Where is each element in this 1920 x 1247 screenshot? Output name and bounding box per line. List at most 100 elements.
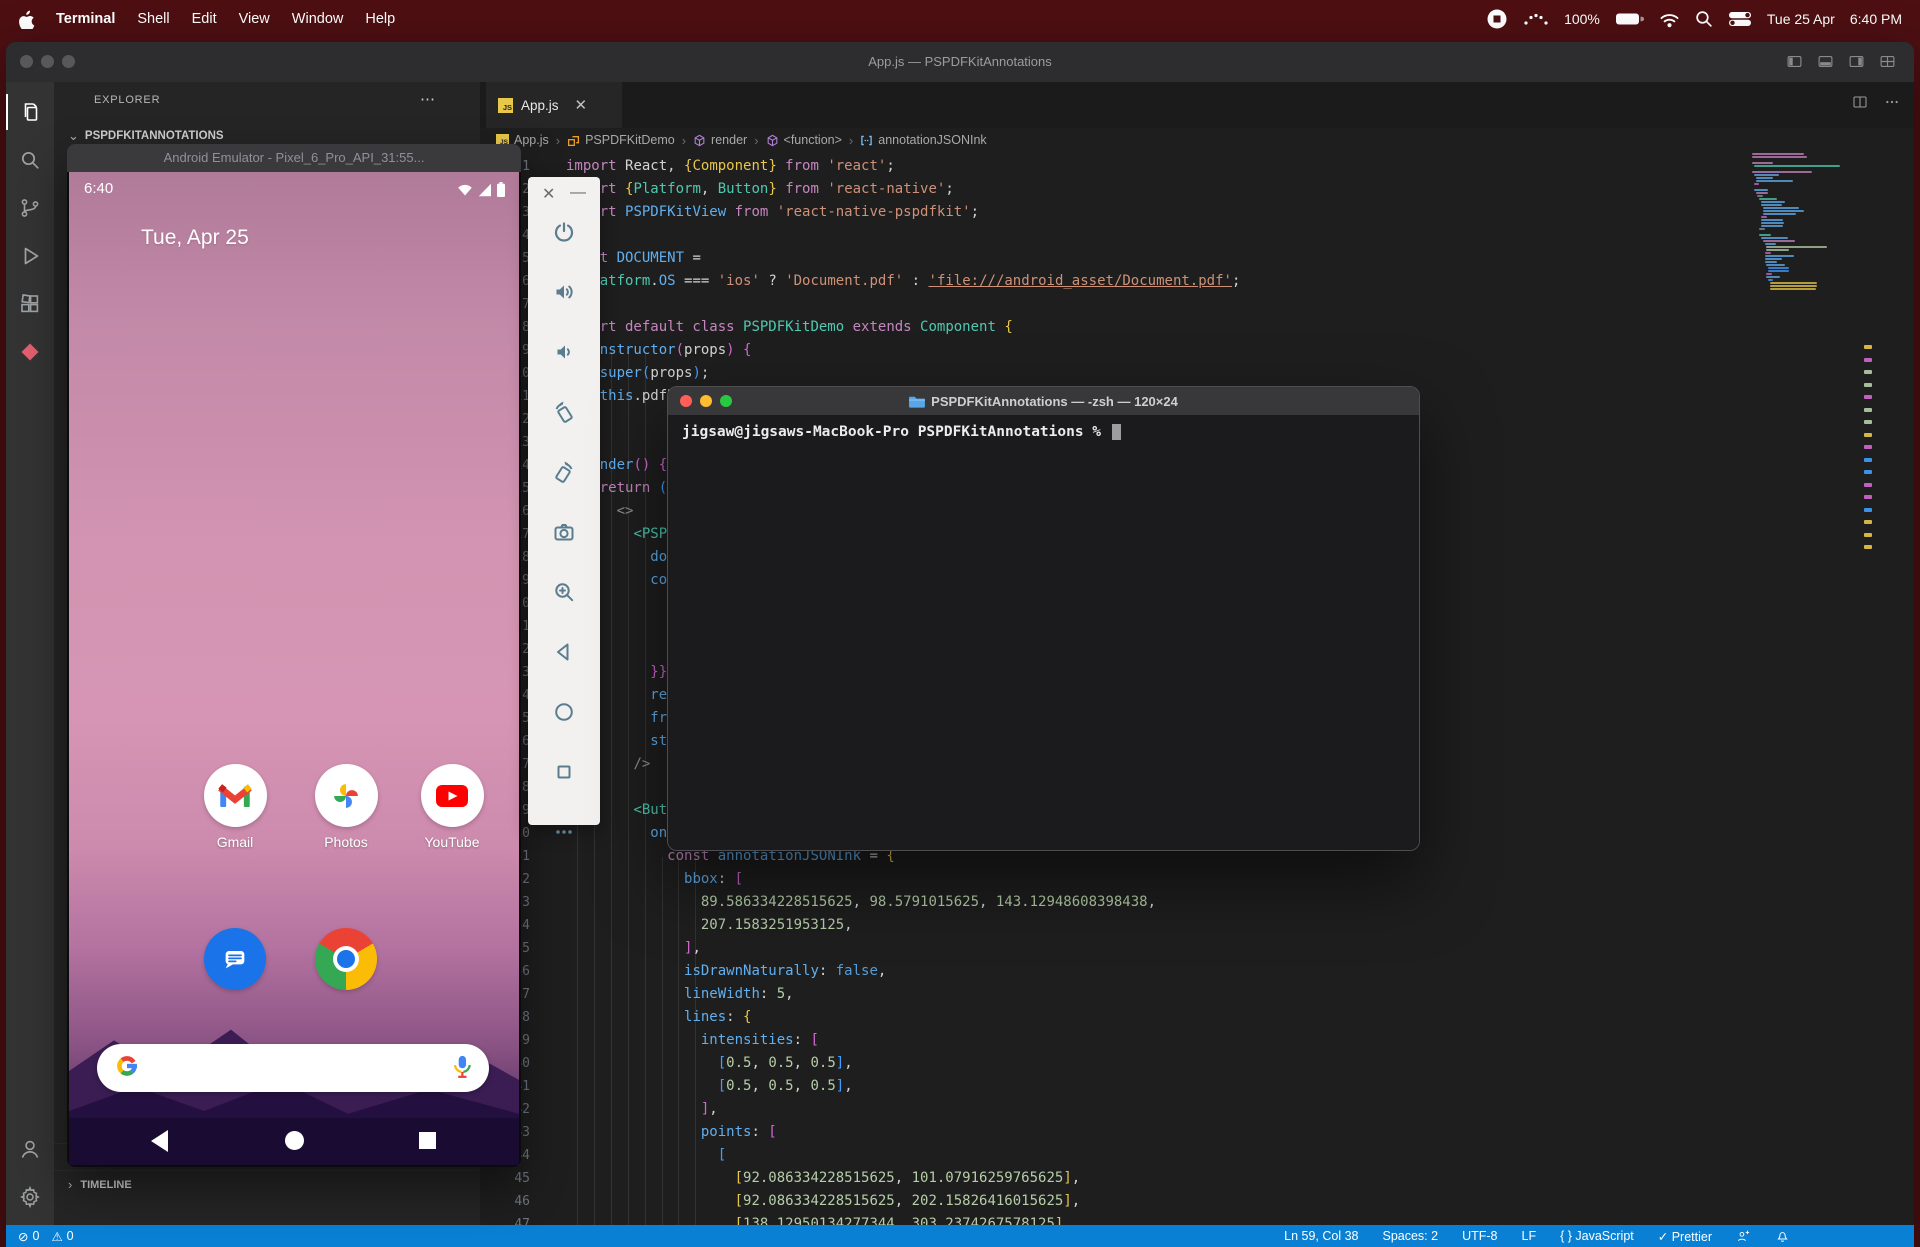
dock-icon-chrome[interactable] — [315, 928, 377, 990]
statusbar-item[interactable]: Ln 59, Col 38 — [1284, 1229, 1358, 1243]
emulator-titlebar[interactable]: Android Emulator - Pixel_6_Pro_API_31:55… — [67, 144, 521, 172]
status-dots-icon[interactable] — [1523, 10, 1549, 28]
terminal-body[interactable]: jigsaw@jigsaws-MacBook-Pro PSPDFKitAnnot… — [668, 415, 1419, 850]
line-number: 46 — [486, 1190, 530, 1213]
tab-appjs[interactable]: JS App.js ✕ — [486, 82, 622, 128]
emulator-zoom-button[interactable] — [552, 580, 576, 609]
menubar-time[interactable]: 6:40 PM — [1850, 11, 1902, 27]
breadcrumb-item[interactable]: render — [693, 133, 747, 147]
emulator-toolbar-minimize-icon[interactable]: — — [570, 184, 586, 204]
menubar-date[interactable]: Tue 25 Apr — [1767, 11, 1835, 27]
menubar-app-menus: TerminalShellEditViewWindowHelp — [45, 11, 406, 27]
overview-ruler-mark — [1864, 383, 1872, 387]
android-back-button[interactable] — [151, 1130, 168, 1152]
emulator-volume-down-button[interactable] — [552, 340, 576, 369]
explorer-more-actions[interactable]: ⋯ — [420, 90, 436, 108]
statusbar-item[interactable]: Spaces: 2 — [1382, 1229, 1438, 1243]
emulator-rotate-left-button[interactable] — [552, 400, 576, 429]
screen-recording-stop-icon[interactable] — [1486, 8, 1508, 30]
terminal-titlebar[interactable]: PSPDFKitAnnotations — -zsh — 120×24 — [668, 387, 1419, 416]
google-search-bar[interactable] — [97, 1044, 489, 1092]
emulator-volume-up-button[interactable] — [552, 280, 576, 309]
app-label: Photos — [301, 834, 391, 850]
statusbar-item[interactable]: ✓ Prettier — [1658, 1229, 1712, 1244]
emulator-camera-button[interactable] — [552, 520, 576, 549]
minimap-line — [1765, 258, 1783, 260]
battery-icon[interactable] — [1615, 12, 1644, 26]
source-control-icon — [18, 196, 42, 220]
activity-bar-settings-icon[interactable] — [6, 1173, 54, 1221]
minimap-line — [1752, 156, 1807, 158]
spotlight-search-icon[interactable] — [1695, 10, 1713, 28]
menubar-item-window[interactable]: Window — [281, 11, 355, 27]
dock-icon-messages[interactable] — [204, 928, 266, 990]
menubar-item-edit[interactable]: Edit — [181, 11, 228, 27]
phone-date-widget: Tue, Apr 25 — [141, 226, 249, 250]
customize-layout-icon[interactable] — [1879, 53, 1896, 70]
emulator-home-button[interactable] — [552, 700, 576, 729]
menubar-item-terminal[interactable]: Terminal — [45, 11, 126, 27]
activity-bar-search-icon[interactable] — [6, 136, 54, 184]
problems-errors[interactable]: ⊘0 — [18, 1229, 39, 1244]
activity-bar-pspdfkit-icon[interactable] — [6, 328, 54, 376]
app-label: Gmail — [190, 834, 280, 850]
emulator-phone-screen[interactable]: 6:40 Tue, Apr 25 GmailPhotosYouTube — [69, 172, 519, 1165]
activity-bar-run-debug-icon[interactable] — [6, 232, 54, 280]
app-icon-youtube[interactable]: YouTube — [407, 764, 497, 850]
statusbar-item[interactable]: UTF-8 — [1462, 1229, 1497, 1243]
split-editor-icon[interactable] — [1852, 94, 1868, 110]
explorer-header: EXPLORER — [94, 94, 160, 106]
control-center-icon[interactable] — [1728, 11, 1752, 27]
activity-bar-extensions-icon[interactable] — [6, 280, 54, 328]
toggle-panel-icon[interactable] — [1817, 53, 1834, 70]
wifi-icon[interactable] — [1659, 11, 1680, 28]
menubar-item-view[interactable]: View — [228, 11, 281, 27]
emulator-overview-button[interactable] — [552, 760, 576, 789]
app-icon-photos[interactable]: Photos — [301, 764, 391, 850]
tab-close-icon[interactable]: ✕ — [575, 96, 588, 114]
minimap-line — [1763, 213, 1796, 215]
breadcrumb-item[interactable]: <function> — [766, 133, 842, 147]
voice-search-mic-icon[interactable] — [450, 1054, 472, 1083]
run-debug-icon — [18, 244, 42, 268]
notifications-bell-icon[interactable] — [1775, 1229, 1790, 1244]
minimap-line — [1756, 177, 1774, 179]
feedback-icon[interactable] — [1736, 1229, 1751, 1244]
overview-icon — [552, 760, 576, 784]
emulator-toolbar-close-icon[interactable]: ✕ — [542, 184, 555, 204]
code-line: Platform.OS === 'ios' ? 'Document.pdf' :… — [566, 270, 1240, 293]
activity-bar-explorer-icon[interactable] — [6, 88, 54, 136]
toggle-secondary-sidebar-icon[interactable] — [1848, 53, 1865, 70]
menubar-item-shell[interactable]: Shell — [126, 11, 180, 27]
minimap-line — [1761, 204, 1782, 206]
app-icon-gmail[interactable]: Gmail — [190, 764, 280, 850]
emulator-back-button[interactable] — [552, 640, 576, 669]
more-actions-icon[interactable] — [1884, 94, 1900, 110]
vscode-titlebar[interactable]: App.js — PSPDFKitAnnotations — [6, 42, 1914, 83]
emulator-rotate-right-button[interactable] — [552, 460, 576, 489]
overview-ruler-mark — [1864, 408, 1872, 412]
breadcrumb-item[interactable]: PSPDFKitDemo — [567, 133, 675, 147]
android-overview-button[interactable] — [419, 1132, 436, 1149]
android-home-button[interactable] — [285, 1131, 304, 1150]
statusbar-item[interactable]: LF — [1522, 1229, 1537, 1243]
code-line: import {Platform, Button} from 'react-na… — [566, 178, 954, 201]
activity-bar-accounts-icon[interactable] — [6, 1125, 54, 1173]
terminal-window[interactable]: PSPDFKitAnnotations — -zsh — 120×24 jigs… — [667, 386, 1420, 851]
toggle-sidebar-icon[interactable] — [1786, 53, 1803, 70]
menubar-item-help[interactable]: Help — [354, 11, 406, 27]
explorer-folder-section[interactable]: ⌄PSPDFKITANNOTATIONS — [68, 128, 224, 144]
minimap-line — [1763, 207, 1800, 209]
sidebar-section-timeline[interactable]: ›TIMELINE — [54, 1170, 480, 1198]
apple-menu-icon[interactable] — [18, 9, 35, 29]
android-emulator-window[interactable]: Android Emulator - Pixel_6_Pro_API_31:55… — [67, 144, 521, 1167]
emulator-more-button[interactable] — [552, 820, 576, 849]
emulator-toolbar: ✕ — — [528, 177, 600, 825]
minimap-line — [1770, 285, 1817, 287]
breadcrumb-item[interactable]: annotationJSONInk — [860, 133, 986, 147]
statusbar-item[interactable]: { } JavaScript — [1560, 1229, 1634, 1243]
activity-bar-source-control-icon[interactable] — [6, 184, 54, 232]
emulator-power-button[interactable] — [552, 220, 576, 249]
problems-warnings[interactable]: ⚠0 — [51, 1229, 73, 1244]
minimap-line — [1766, 276, 1779, 278]
